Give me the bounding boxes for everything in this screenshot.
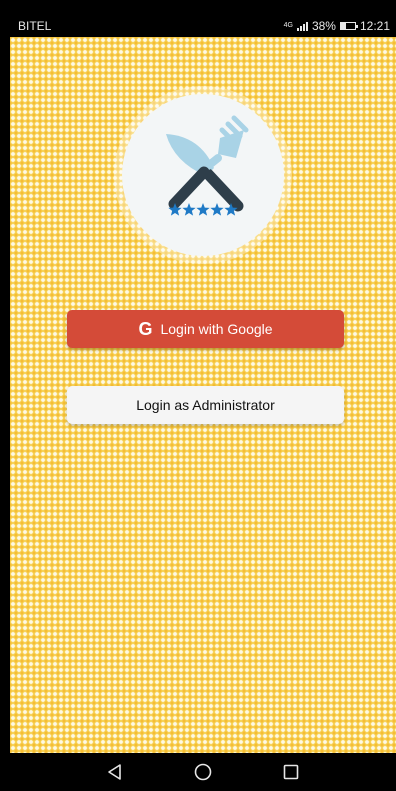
rating-star-icon (182, 203, 196, 216)
back-triangle-icon[interactable] (105, 762, 125, 782)
status-bar: BITEL 4G 38% 12:21 (10, 14, 396, 37)
login-admin-button[interactable]: Login as Administrator (67, 386, 344, 424)
battery-level (340, 22, 347, 29)
rating-star-icon (210, 203, 224, 216)
login-admin-label: Login as Administrator (136, 397, 275, 413)
recents-square-icon[interactable] (281, 762, 301, 782)
home-circle-icon[interactable] (193, 762, 213, 782)
login-google-button[interactable]: G Login with Google (67, 310, 344, 348)
rating-star-icon (196, 203, 210, 216)
login-google-label: Login with Google (160, 321, 273, 337)
login-screen: G Login with Google Login as Administrat… (10, 37, 396, 753)
status-indicators: 4G 38% 12:21 (284, 19, 390, 33)
navigation-bar (10, 753, 396, 791)
battery-icon (339, 21, 358, 30)
signal-icon (296, 21, 308, 31)
battery-percent: 38% (311, 18, 336, 33)
network-type: 4G (283, 22, 293, 29)
carrier-name: BITEL (18, 18, 52, 33)
crossed-knife-fork-icon (166, 115, 249, 216)
clock: 12:21 (359, 18, 390, 33)
google-g-icon: G (138, 319, 153, 339)
app-logo (122, 94, 284, 256)
